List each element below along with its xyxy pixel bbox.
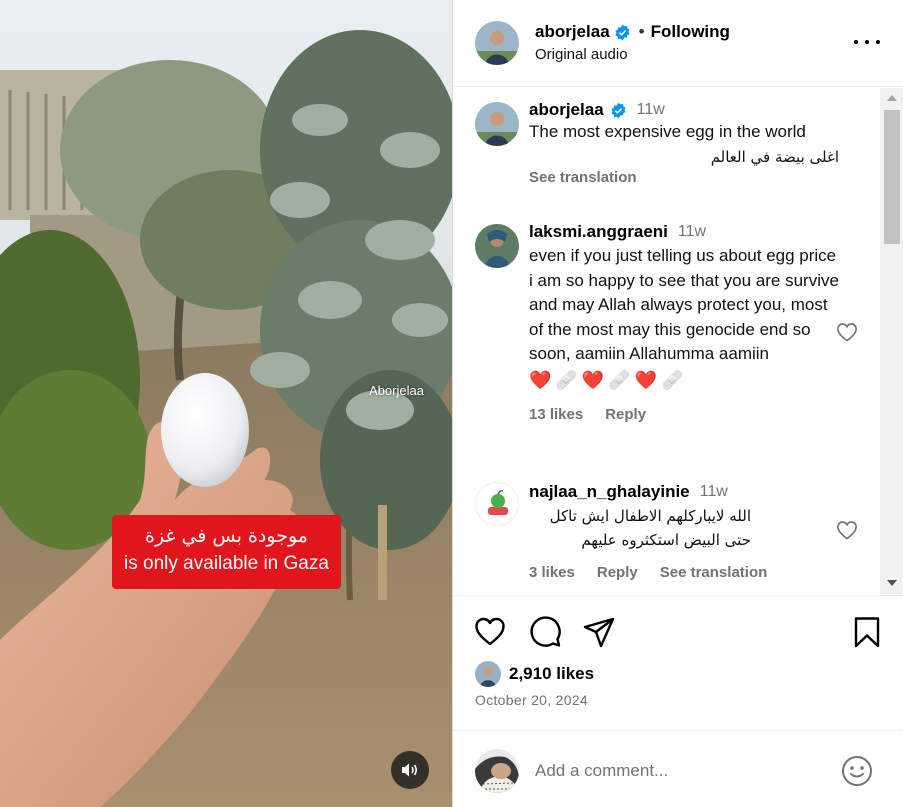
liker-avatar[interactable] <box>475 661 501 687</box>
comment-emojis: ❤️ 🩹 ❤️ 🩹 ❤️ 🩹 <box>529 370 839 392</box>
current-user-avatar <box>475 749 519 793</box>
comment-actions: 13 likes Reply <box>529 406 839 423</box>
comment-text: The most expensive egg in the world <box>529 122 806 141</box>
comment-actions: 3 likes Reply See translation <box>529 564 839 581</box>
bandage-emoji: 🩹 <box>661 369 684 391</box>
verified-badge-icon <box>614 24 631 41</box>
comment-text-arabic: اغلى بيضة في العالم <box>710 147 839 166</box>
see-translation-link[interactable]: See translation <box>529 169 637 186</box>
like-comment-heart-icon[interactable] <box>836 322 858 342</box>
comment-likes[interactable]: 13 likes <box>529 406 583 423</box>
red-heart-emoji: ❤️ <box>634 369 658 391</box>
author-username[interactable]: aborjelaa <box>535 22 610 42</box>
caption-author-avatar[interactable] <box>475 102 519 146</box>
author-line: aborjelaa • Following <box>535 22 730 42</box>
see-translation-link[interactable]: See translation <box>660 564 768 581</box>
post-date[interactable]: October 20, 2024 <box>475 692 588 708</box>
red-heart-emoji: ❤️ <box>529 369 552 391</box>
video-frame <box>0 0 452 807</box>
comment-time[interactable]: 11w <box>637 101 665 119</box>
verified-badge-icon <box>610 102 627 119</box>
audio-link[interactable]: Original audio <box>535 46 628 63</box>
speaker-icon <box>402 763 418 777</box>
like-heart-icon[interactable] <box>473 615 507 649</box>
bandage-emoji: 🩹 <box>608 369 631 391</box>
comment-time[interactable]: 11w <box>678 223 706 241</box>
following-button[interactable]: Following <box>651 22 730 42</box>
separator-dot: • <box>638 22 645 41</box>
comment-username[interactable]: aborjelaa <box>529 100 604 120</box>
author-avatar[interactable] <box>475 21 519 65</box>
scroll-down-arrow-icon[interactable] <box>887 580 897 586</box>
save-bookmark-icon[interactable] <box>850 615 884 649</box>
post-actions: 2,910 likes October 20, 2024 <box>453 595 903 729</box>
audio-toggle-button[interactable] <box>391 751 429 789</box>
comment-text: الله لايباركلهم الاطفال ايش تاكل حتى الب… <box>549 507 751 549</box>
video-caption: موجودة بس في غزة is only available in Ga… <box>112 515 341 589</box>
share-paper-plane-icon[interactable] <box>582 615 616 649</box>
comment-likes[interactable]: 3 likes <box>529 564 575 581</box>
comments-list[interactable]: aborjelaa 11w The most expensive egg in … <box>453 88 880 594</box>
like-comment-heart-icon[interactable] <box>836 520 858 540</box>
caption-english: is only available in Gaza <box>124 553 329 574</box>
reply-button[interactable]: Reply <box>597 564 638 581</box>
comment-time[interactable]: 11w <box>700 483 728 501</box>
bandage-emoji: 🩹 <box>555 369 578 391</box>
more-options-icon[interactable] <box>854 32 880 52</box>
comment-actions: See translation <box>529 169 839 186</box>
red-heart-emoji: ❤️ <box>581 369 605 391</box>
commenter-avatar[interactable] <box>475 482 519 526</box>
emoji-picker-icon[interactable] <box>841 755 873 787</box>
comment-username[interactable]: laksmi.anggraeni <box>529 222 668 242</box>
add-comment-bar <box>453 730 903 807</box>
likes-count[interactable]: 2,910 likes <box>509 664 594 684</box>
post-header: aborjelaa • Following Original audio <box>453 0 903 87</box>
comments-scrollbar[interactable] <box>880 88 903 594</box>
comment-input[interactable] <box>535 757 825 785</box>
post-side-panel: aborjelaa • Following Original audio abo… <box>452 0 903 807</box>
caption-arabic: موجودة بس في غزة <box>145 525 308 547</box>
comment-username[interactable]: najlaa_n_ghalayinie <box>529 482 690 502</box>
comment-bubble-icon[interactable] <box>528 615 562 649</box>
scrollbar-thumb[interactable] <box>884 110 900 244</box>
comment-text: even if you just telling us about egg pr… <box>529 246 839 363</box>
video-watermark: Aborjelaa <box>369 383 424 398</box>
reply-button[interactable]: Reply <box>605 406 646 423</box>
post-media[interactable]: Aborjelaa موجودة بس في غزة is only avail… <box>0 0 452 807</box>
commenter-avatar[interactable] <box>475 224 519 268</box>
scroll-up-arrow-icon[interactable] <box>887 95 897 101</box>
likes-summary: 2,910 likes <box>475 661 594 687</box>
